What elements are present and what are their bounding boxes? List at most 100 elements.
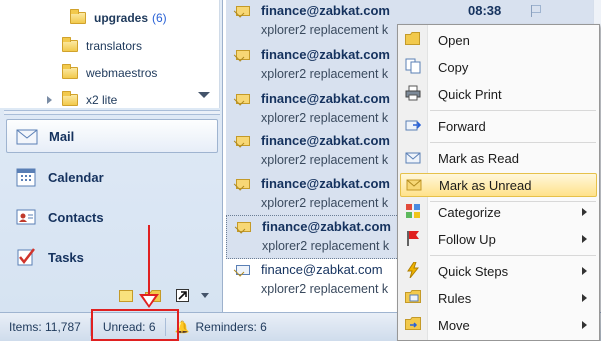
submenu-arrow-icon: [582, 208, 587, 216]
nav-label: Contacts: [48, 209, 104, 225]
folder-translators[interactable]: translators: [62, 35, 142, 57]
folder-upgrades[interactable]: upgrades (6): [70, 7, 167, 29]
folder-icon: [70, 9, 86, 24]
nav-calendar-button[interactable]: Calendar: [6, 160, 218, 194]
message-subject: xplorer2 replacement k: [261, 23, 389, 37]
folder-label: translators: [86, 39, 143, 53]
read-envelope-icon: [236, 265, 250, 275]
flag-icon: [400, 230, 426, 249]
menu-separator: [430, 255, 596, 256]
menu-item-quick-steps[interactable]: Quick Steps: [400, 259, 597, 283]
unread-envelope-icon: [236, 6, 250, 16]
menu-separator: [430, 110, 596, 111]
folder-icon: [62, 37, 78, 52]
scroll-down-icon[interactable]: [198, 92, 210, 98]
menu-item-forward[interactable]: Forward: [400, 114, 597, 138]
flag-icon[interactable]: [531, 5, 541, 17]
unread-envelope-icon: [236, 136, 250, 146]
annotation-arrow-line: [148, 225, 150, 300]
message-subject: xplorer2 replacement k: [261, 196, 389, 210]
menu-item-rules[interactable]: Rules: [400, 286, 597, 310]
move-icon: [400, 316, 426, 334]
menu-label: Mark as Read: [438, 150, 519, 166]
nav-mail-button[interactable]: Mail: [6, 119, 218, 153]
menu-label: Rules: [438, 290, 472, 306]
menu-item-quick-print[interactable]: Quick Print: [400, 82, 597, 106]
shortcuts-icon[interactable]: [176, 289, 189, 305]
submenu-arrow-icon: [582, 235, 587, 243]
unread-envelope-icon: [236, 179, 250, 189]
open-folder-icon: [400, 31, 426, 49]
menu-label: Quick Print: [438, 86, 502, 102]
nav-tasks-button[interactable]: Tasks: [6, 240, 218, 274]
message-sender: finance@zabkat.com: [261, 91, 390, 106]
menu-label: Categorize: [438, 204, 501, 220]
submenu-arrow-icon: [582, 294, 587, 302]
contacts-icon: [14, 205, 38, 229]
expand-arrow-icon[interactable]: [47, 96, 52, 104]
menu-label: Move: [438, 317, 470, 333]
folder-tree: upgrades (6) translators webmaestros x2 …: [0, 0, 220, 108]
message-sender: finance@zabkat.com: [262, 219, 391, 234]
menu-label: Open: [438, 32, 470, 48]
message-subject: xplorer2 replacement k: [262, 239, 390, 253]
message-sender: finance@zabkat.com: [261, 262, 383, 277]
printer-icon: [400, 85, 426, 104]
rules-icon: [400, 289, 426, 307]
unread-count: (6): [152, 11, 167, 25]
message-sender: finance@zabkat.com: [261, 47, 390, 62]
folder-webmaestros[interactable]: webmaestros: [62, 62, 157, 84]
notes-icon[interactable]: [119, 290, 133, 305]
nav-contacts-button[interactable]: Contacts: [6, 200, 218, 234]
menu-separator: [430, 142, 596, 143]
annotation-highlight-box: [91, 309, 179, 341]
message-time: 08:38: [468, 3, 502, 18]
message-sender: finance@zabkat.com: [261, 3, 390, 18]
menu-label: Mark as Unread: [439, 177, 532, 193]
nav-footer: [0, 282, 220, 310]
unread-envelope-icon: [401, 177, 427, 194]
folder-icon: [62, 91, 78, 106]
configure-buttons-icon[interactable]: [201, 293, 209, 298]
submenu-arrow-icon: [582, 267, 587, 275]
categorize-icon: [400, 203, 426, 221]
folder-label: upgrades: [94, 11, 149, 25]
status-reminders-label: Reminders: 6: [195, 320, 267, 334]
tasks-icon: [14, 245, 38, 269]
menu-label: Forward: [438, 118, 486, 134]
copy-icon: [400, 58, 426, 77]
nav-label: Tasks: [48, 249, 84, 265]
message-sender: finance@zabkat.com: [261, 133, 390, 148]
unread-envelope-icon: [236, 50, 250, 60]
menu-item-move[interactable]: Move: [400, 313, 597, 337]
mail-icon: [15, 124, 39, 148]
calendar-icon: [14, 165, 38, 189]
menu-item-categorize[interactable]: Categorize: [400, 200, 597, 224]
folder-x2-lite[interactable]: x2 lite: [62, 89, 117, 111]
nav-label: Mail: [49, 128, 75, 144]
message-subject: xplorer2 replacement k: [261, 282, 389, 296]
menu-label: Quick Steps: [438, 263, 509, 279]
folder-label: webmaestros: [86, 66, 158, 80]
unread-envelope-icon: [236, 94, 250, 104]
menu-item-mark-as-read[interactable]: Mark as Read: [400, 146, 597, 170]
menu-label: Copy: [438, 59, 469, 75]
unread-envelope-icon: [237, 222, 251, 232]
submenu-arrow-icon: [582, 321, 587, 329]
menu-item-open[interactable]: Open: [400, 28, 597, 52]
forward-icon: [400, 118, 426, 135]
navigation-pane: upgrades (6) translators webmaestros x2 …: [0, 0, 223, 312]
status-items: Items: 11,787: [0, 318, 91, 336]
menu-item-mark-as-unread[interactable]: Mark as Unread: [400, 173, 597, 197]
folder-icon: [62, 64, 78, 79]
message-sender: finance@zabkat.com: [261, 176, 390, 191]
menu-item-follow-up[interactable]: Follow Up: [400, 227, 597, 251]
menu-label: Follow Up: [438, 231, 496, 247]
status-reminders[interactable]: 🔔 Reminders: 6: [166, 318, 276, 336]
menu-item-copy[interactable]: Copy: [400, 55, 597, 79]
annotation-arrow-head-inner: [143, 296, 155, 305]
message-subject: xplorer2 replacement k: [261, 67, 389, 81]
pane-splitter[interactable]: [4, 110, 220, 115]
folder-label: x2 lite: [86, 93, 118, 107]
context-menu: Open Copy Quick Print Forward Mark as Re…: [397, 24, 600, 341]
